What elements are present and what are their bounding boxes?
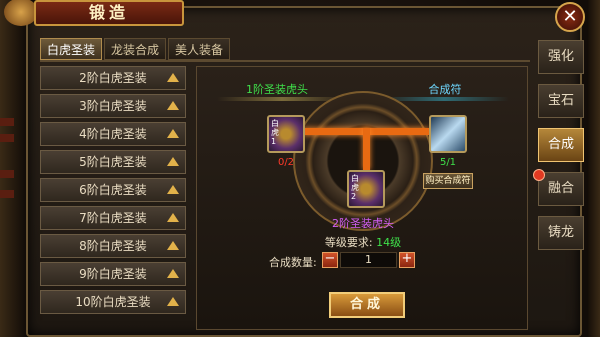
material-slot[interactable]: 白虎1 [267, 115, 305, 153]
recipe-label: 4阶白虎圣装 [79, 127, 147, 141]
result-name: 2阶圣装虎头 [332, 217, 394, 230]
notification-dot-icon [533, 169, 545, 181]
recipe-item[interactable]: 8阶白虎圣装 [40, 234, 186, 258]
material-badge: 白虎1 [271, 119, 279, 146]
recipe-label: 5阶白虎圣装 [79, 155, 147, 169]
recipe-item[interactable]: 6阶白虎圣装 [40, 178, 186, 202]
expand-arrow-icon [167, 101, 179, 110]
recipe-item[interactable]: 9阶白虎圣装 [40, 262, 186, 286]
recipe-label: 7阶白虎圣装 [79, 211, 147, 225]
tab-beauty-equipment[interactable]: 美人装备 [168, 38, 231, 60]
level-requirement: 等级要求: 14级 [197, 234, 527, 250]
expand-arrow-icon [167, 129, 179, 138]
close-button[interactable]: ✕ [555, 2, 585, 32]
edge-strip [0, 134, 14, 142]
recipe-label: 6阶白虎圣装 [79, 183, 147, 197]
expand-arrow-icon [167, 157, 179, 166]
catalyst-count: 5/1 [439, 157, 457, 168]
level-label: 等级要求: [324, 236, 373, 249]
recipe-item[interactable]: 2阶白虎圣装 [40, 66, 186, 90]
expand-arrow-icon [167, 185, 179, 194]
quantity-field[interactable]: 1 [340, 252, 397, 268]
tab-white-tiger-gear[interactable]: 白虎圣装 [40, 38, 103, 60]
tab-dragon-gear-synthesis[interactable]: 龙装合成 [104, 38, 167, 60]
forge-function-tabs: 强化 宝石 合成 融合 铸龙 [533, 40, 584, 260]
recipe-label: 3阶白虎圣装 [79, 99, 147, 113]
recipe-item[interactable]: 3阶白虎圣装 [40, 94, 186, 118]
recipe-item[interactable]: 5阶白虎圣装 [40, 150, 186, 174]
result-slot[interactable]: 白虎2 [347, 170, 385, 208]
synthesize-button[interactable]: 合成 [329, 292, 405, 318]
material-count: 0/2 [277, 157, 295, 168]
recipe-label: 10阶白虎圣装 [75, 295, 151, 309]
buy-catalyst-button[interactable]: 购买合成符 [423, 173, 473, 189]
link-line [363, 128, 370, 170]
tab-gem[interactable]: 宝石 [538, 84, 584, 118]
expand-arrow-icon [167, 297, 179, 306]
material-name: 1阶圣装虎头 [246, 83, 308, 96]
edge-strip [0, 118, 14, 126]
dragon-border-right [588, 0, 600, 337]
catalyst-name: 合成符 [428, 83, 462, 96]
recipe-list: 2阶白虎圣装 3阶白虎圣装 4阶白虎圣装 5阶白虎圣装 6阶白虎圣装 7阶白虎圣… [40, 66, 186, 318]
edge-strip [0, 170, 14, 178]
result-badge: 白虎2 [351, 174, 359, 201]
catalyst-slot[interactable] [429, 115, 467, 153]
tab-fusion[interactable]: 融合 [533, 169, 584, 206]
tab-fusion-label: 融合 [547, 181, 574, 196]
level-value: 14级 [376, 236, 402, 249]
dragon-border-left [0, 0, 28, 337]
tab-synthesis[interactable]: 合成 [538, 128, 584, 162]
recipe-item[interactable]: 4阶白虎圣装 [40, 122, 186, 146]
quantity-decrease-button[interactable]: − [322, 252, 338, 268]
forge-screen: 锻造 ✕ 白虎圣装 龙装合成 美人装备 2阶白虎圣装 3阶白虎圣装 4阶白虎圣装… [0, 0, 600, 337]
tab-dragon-casting[interactable]: 铸龙 [538, 216, 584, 250]
expand-arrow-icon [167, 269, 179, 278]
edge-strip [0, 190, 14, 198]
recipe-label: 2阶白虎圣装 [79, 71, 147, 85]
recipe-item[interactable]: 10阶白虎圣装 [40, 290, 186, 314]
synthesis-panel: 1阶圣装虎头 合成符 白虎1 0/2 5/1 购买合成符 白虎2 2阶圣装虎头 … [196, 66, 528, 330]
quantity-increase-button[interactable]: + [399, 252, 415, 268]
tab-enhance[interactable]: 强化 [538, 40, 584, 74]
expand-arrow-icon [167, 241, 179, 250]
category-tabs: 白虎圣装 龙装合成 美人装备 [40, 38, 231, 60]
expand-arrow-icon [167, 73, 179, 82]
recipe-label: 8阶白虎圣装 [79, 239, 147, 253]
window-title: 锻造 [34, 0, 184, 26]
tabs-divider [40, 60, 530, 62]
quantity-label: 合成数量: [269, 256, 317, 269]
recipe-item[interactable]: 7阶白虎圣装 [40, 206, 186, 230]
expand-arrow-icon [167, 213, 179, 222]
recipe-label: 9阶白虎圣装 [79, 267, 147, 281]
